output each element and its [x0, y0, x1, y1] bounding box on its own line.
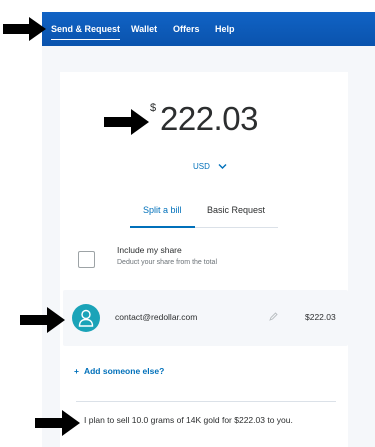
amount-value: 222.03 [160, 100, 258, 137]
page-margin [0, 46, 42, 447]
add-someone-button[interactable]: + Add someone else? [74, 366, 164, 380]
nav-offers[interactable]: Offers [173, 12, 200, 46]
active-tab-indicator [130, 226, 195, 228]
annotation-arrow-icon [3, 17, 46, 41]
recipient-email: contact@redollar.com [115, 312, 198, 322]
pencil-icon[interactable] [269, 312, 278, 321]
annotation-arrow-icon [104, 109, 149, 135]
note-text[interactable]: I plan to sell 10.0 grams of 14K gold fo… [84, 415, 293, 425]
recipient-amount: $222.03 [305, 312, 336, 322]
currency-symbol: $ [150, 102, 157, 114]
note-divider [76, 401, 336, 402]
currency-dropdown[interactable]: USD [193, 162, 227, 176]
include-share-checkbox[interactable] [78, 251, 95, 268]
nav-send-request[interactable]: Send & Request [51, 12, 121, 46]
add-someone-label: Add someone else? [83, 366, 165, 376]
include-share-description: Deduct your share from the total [117, 259, 217, 266]
include-share-label: Include my share [117, 245, 182, 255]
annotation-arrow-icon [20, 307, 65, 333]
currency-selected: USD [193, 162, 210, 171]
plus-icon: + [74, 366, 79, 376]
tab-basic-request[interactable]: Basic Request [207, 205, 265, 223]
annotation-arrow-icon [35, 410, 80, 436]
nav-help[interactable]: Help [215, 12, 235, 46]
avatar [72, 304, 100, 332]
top-navigation-bar: Send & Request Wallet Offers Help [42, 12, 375, 46]
tab-split-a-bill[interactable]: Split a bill [143, 205, 182, 223]
chevron-down-icon [218, 164, 227, 169]
nav-wallet[interactable]: Wallet [131, 12, 157, 46]
person-icon [78, 309, 94, 327]
